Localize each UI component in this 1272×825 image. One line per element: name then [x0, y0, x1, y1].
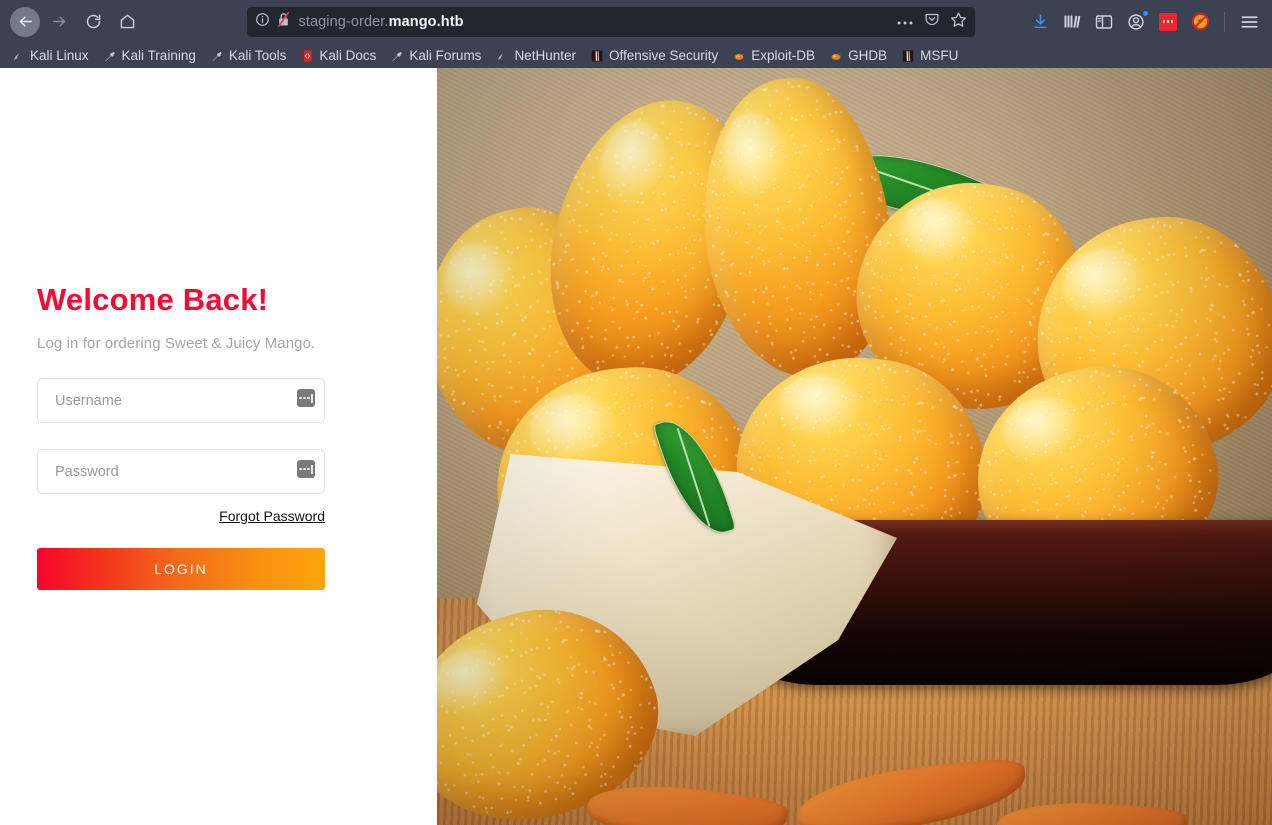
bookmark-star-icon[interactable] [950, 11, 967, 33]
page-subtitle: Log in for ordering Sweet & Juicy Mango. [37, 335, 316, 353]
username-input[interactable] [37, 378, 325, 424]
home-button[interactable] [112, 7, 142, 37]
login-form: Welcome Back! Log in for ordering Sweet … [37, 282, 325, 591]
pocket-icon[interactable] [924, 11, 940, 32]
account-badge-dot [1142, 9, 1149, 17]
urlbar-right-icons [896, 11, 967, 33]
info-circle-icon[interactable] [255, 12, 270, 32]
bookmark-label: NetHunter [514, 48, 576, 63]
extension-red-icon[interactable] [1155, 9, 1181, 35]
bookmark-label: Kali Docs [319, 48, 377, 63]
toolbar-separator [1224, 11, 1225, 32]
bookmark-ghdb[interactable]: GHDB [822, 46, 894, 65]
library-icon[interactable] [1059, 9, 1085, 35]
login-panel: Welcome Back! Log in for ordering Sweet … [0, 68, 437, 825]
bookmark-label: MSFU [920, 48, 959, 63]
kali-dragon-icon [13, 52, 20, 60]
login-button[interactable]: LOGIN [37, 548, 325, 591]
offsec-icon [902, 50, 914, 61]
bookmark-kali-docs[interactable]: Kali Docs [293, 46, 383, 65]
kali-wrench-icon [392, 51, 403, 61]
noscript-icon[interactable] [1187, 9, 1213, 35]
url-text[interactable]: staging-order.mango.htb [299, 14, 896, 30]
bookmark-offensive-security[interactable]: Offensive Security [583, 46, 725, 65]
bookmark-kali-forums[interactable]: Kali Forums [383, 46, 488, 65]
bookmark-label: Kali Linux [30, 48, 89, 63]
browser-navigation-bar: staging-order.mango.htb [0, 0, 1272, 43]
browser-chrome: staging-order.mango.htb Kali Linux Kali … [0, 0, 1272, 68]
bookmark-label: Kali Forums [409, 48, 482, 63]
app-menu-icon[interactable] [1236, 9, 1262, 35]
bookmark-label: Kali Tools [228, 48, 287, 63]
back-button[interactable] [10, 6, 40, 37]
address-bar[interactable]: staging-order.mango.htb [246, 6, 975, 37]
bookmark-label: Offensive Security [608, 48, 719, 63]
bookmark-exploit-db[interactable]: Exploit-DB [725, 46, 822, 65]
forgot-password-row: Forgot Password [37, 508, 325, 526]
kali-dragon-icon [497, 52, 504, 60]
urlbar-container: staging-order.mango.htb [146, 6, 1015, 37]
hero-mango-image [437, 68, 1272, 825]
bookmark-nethunter[interactable]: NetHunter [488, 46, 583, 65]
bookmark-msfu[interactable]: MSFU [894, 46, 965, 65]
password-field-wrapper [37, 449, 325, 495]
autofill-saved-logins-icon[interactable] [297, 389, 315, 408]
page-actions-ellipsis-icon[interactable] [896, 13, 914, 31]
offsec-icon [591, 50, 603, 61]
kali-wrench-icon [211, 51, 222, 61]
bookmark-label: Kali Training [121, 48, 196, 63]
bookmark-label: Exploit-DB [751, 48, 816, 63]
bookmark-kali-tools[interactable]: Kali Tools [203, 46, 294, 65]
sidebar-icon[interactable] [1091, 9, 1117, 35]
browser-toolbar-right [1015, 9, 1262, 35]
broken-lock-icon[interactable] [276, 11, 291, 33]
password-input[interactable] [37, 449, 325, 495]
bookmark-kali-linux[interactable]: Kali Linux [4, 46, 96, 65]
username-field-wrapper [37, 378, 325, 424]
urlbar-identity-icons[interactable] [255, 11, 291, 33]
autofill-saved-logins-icon[interactable] [297, 460, 315, 479]
downloads-icon[interactable] [1027, 9, 1053, 35]
page-content: Welcome Back! Log in for ordering Sweet … [0, 68, 1272, 825]
account-icon[interactable] [1123, 9, 1149, 35]
kali-wrench-icon [104, 51, 115, 61]
bookmark-kali-training[interactable]: Kali Training [96, 46, 203, 65]
bookmarks-bar: Kali Linux Kali Training Kali Tools Kali… [0, 43, 1272, 68]
bookmark-label: GHDB [848, 48, 888, 63]
exploitdb-icon [831, 52, 842, 60]
forward-button[interactable] [44, 7, 74, 37]
reload-button[interactable] [78, 7, 108, 37]
page-title: Welcome Back! [37, 282, 269, 317]
exploitdb-icon [734, 52, 745, 60]
forgot-password-link[interactable]: Forgot Password [219, 508, 325, 524]
kali-docs-book-icon [302, 49, 313, 62]
